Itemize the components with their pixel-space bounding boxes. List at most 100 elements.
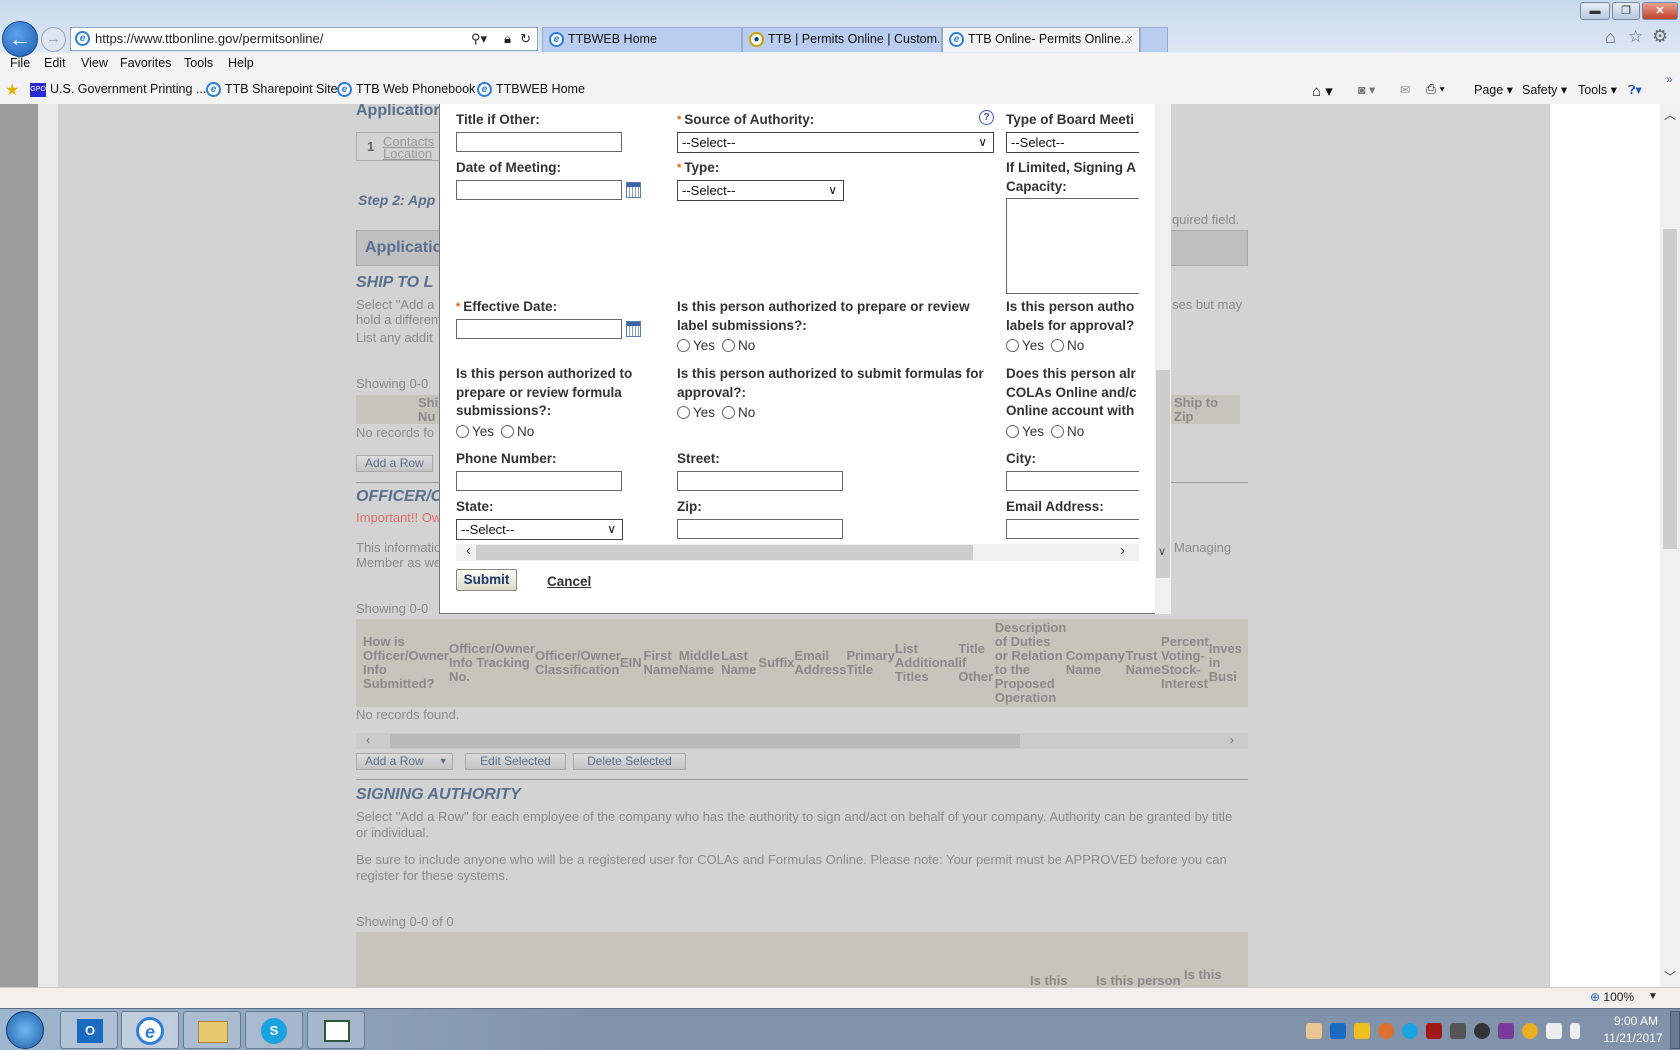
skype-tray-icon[interactable] <box>1402 1023 1418 1039</box>
scrollbar-thumb[interactable] <box>1663 229 1677 549</box>
mail-tray-icon[interactable] <box>1306 1023 1322 1039</box>
taskbar-app[interactable] <box>307 1011 365 1049</box>
favorites-star-icon[interactable]: ☆ <box>1628 27 1643 47</box>
start-button[interactable] <box>6 1011 44 1049</box>
label-submissions-yes-radio[interactable]: Yes <box>677 338 715 353</box>
menu-edit[interactable]: Edit <box>44 56 66 70</box>
scroll-up-icon[interactable]: ︿ <box>1664 106 1676 123</box>
cancel-link[interactable]: Cancel <box>547 574 591 589</box>
minimize-button[interactable]: ▬ <box>1580 2 1610 20</box>
scrollbar-thumb[interactable] <box>390 734 1020 748</box>
step-link-location[interactable]: Location <box>383 146 432 161</box>
menu-file[interactable]: File <box>10 56 30 70</box>
dropdown-arrow-icon[interactable]: ▼ <box>439 754 448 769</box>
zoom-dropdown-icon[interactable]: ▼ <box>1648 991 1658 1002</box>
favorite-phonebook[interactable]: e TTB Web Phonebook <box>337 82 475 98</box>
source-of-authority-select[interactable]: --Select-- ∨ <box>677 132 994 153</box>
menu-help[interactable]: Help <box>228 56 254 70</box>
address-bar[interactable]: e https://www.ttbonline.gov/permitsonlin… <box>70 27 538 51</box>
type-of-board-meeting-select[interactable]: --Select-- <box>1006 132 1139 153</box>
type-select[interactable]: --Select-- ∨ <box>677 180 844 201</box>
help-icon[interactable]: ❓︎▾ <box>1628 82 1642 98</box>
scroll-left-icon[interactable]: ‹ <box>366 732 370 747</box>
chevron-more-icon[interactable]: » <box>1666 72 1673 86</box>
formula-review-no-radio[interactable]: No <box>501 424 534 439</box>
search-icon[interactable]: ⚲▾ <box>471 28 487 50</box>
menu-view[interactable]: View <box>81 56 108 70</box>
new-tab-button[interactable] <box>1140 27 1168 52</box>
home-icon[interactable]: ⌂ <box>1605 27 1616 48</box>
modal-vscrollbar[interactable]: ∨ <box>1155 104 1171 614</box>
scroll-down-icon[interactable]: ﹀ <box>1664 968 1676 985</box>
capacity-textarea[interactable] <box>1006 198 1139 294</box>
home-command-icon[interactable]: ⌂ ▾ <box>1312 82 1333 100</box>
user-tray-icon[interactable] <box>1378 1023 1394 1039</box>
scroll-right-icon[interactable]: › <box>1230 732 1234 747</box>
ship-add-row-button[interactable]: Add a Row <box>356 455 433 472</box>
favorite-sharepoint[interactable]: e TTB Sharepoint Site <box>206 82 338 98</box>
officer-add-row-button[interactable]: Add a Row ▼ <box>356 753 453 770</box>
formula-submit-no-radio[interactable]: No <box>722 405 755 420</box>
close-tab-icon[interactable]: × <box>1126 28 1133 51</box>
mcafee-tray-icon[interactable] <box>1426 1023 1442 1039</box>
scroll-left-icon[interactable]: ‹ <box>466 542 471 559</box>
email-address-input[interactable] <box>1006 519 1139 539</box>
show-desktop-button[interactable] <box>1670 1011 1680 1049</box>
lock-tray-icon[interactable] <box>1450 1023 1466 1039</box>
read-mail-icon[interactable]: ✉ <box>1400 82 1410 97</box>
formula-submit-yes-radio[interactable]: Yes <box>677 405 715 420</box>
favorite-gpo[interactable]: U.S. Government Printing ... <box>50 82 206 96</box>
gear-icon[interactable]: ⚙ <box>1652 26 1668 47</box>
spiral-tray-icon[interactable] <box>1474 1023 1490 1039</box>
tools-menu[interactable]: Tools ▾ <box>1578 82 1617 97</box>
date-of-meeting-input[interactable] <box>456 180 622 200</box>
restore-button[interactable]: ❐ <box>1612 2 1640 20</box>
tab-permits-online-active[interactable]: e TTB Online- Permits Online... × <box>942 27 1140 52</box>
feeds-icon[interactable]: ◙ ▾ <box>1358 82 1375 97</box>
city-input[interactable] <box>1006 471 1139 491</box>
taskbar-explorer[interactable] <box>183 1011 241 1049</box>
taskbar-outlook[interactable]: O <box>60 1011 118 1049</box>
edit-selected-button[interactable]: Edit Selected <box>465 753 566 770</box>
volume-tray-icon[interactable] <box>1570 1023 1580 1039</box>
menu-tools[interactable]: Tools <box>184 56 213 70</box>
page-menu[interactable]: Page ▾ <box>1474 82 1513 97</box>
labels-approval-no-radio[interactable]: No <box>1051 338 1084 353</box>
formula-review-yes-radio[interactable]: Yes <box>456 424 494 439</box>
delete-selected-button[interactable]: Delete Selected <box>573 753 686 770</box>
existing-account-no-radio[interactable]: No <box>1051 424 1084 439</box>
refresh-icon[interactable]: ↻ <box>520 28 531 50</box>
modal-hscrollbar[interactable]: ‹ › <box>456 542 1139 561</box>
phone-number-input[interactable] <box>456 471 622 491</box>
tasks-tray-icon[interactable] <box>1354 1023 1370 1039</box>
sync-tray-icon[interactable] <box>1522 1023 1538 1039</box>
favorite-ttbweb-home[interactable]: e TTBWEB Home <box>477 82 585 98</box>
safety-menu[interactable]: Safety ▾ <box>1522 82 1567 97</box>
outlook-tray-icon[interactable] <box>1330 1023 1346 1039</box>
existing-account-yes-radio[interactable]: Yes <box>1006 424 1044 439</box>
label-submissions-no-radio[interactable]: No <box>722 338 755 353</box>
scroll-right-icon[interactable]: › <box>1120 542 1125 559</box>
onenote-tray-icon[interactable] <box>1498 1023 1514 1039</box>
clock-time[interactable]: 9:00 AM <box>1605 1014 1667 1028</box>
calendar-icon[interactable] <box>626 182 641 198</box>
zoom-level[interactable]: ⊕ 100% <box>1590 990 1634 1004</box>
submit-button[interactable]: Submit <box>456 569 517 591</box>
back-button[interactable]: ← <box>2 21 38 57</box>
labels-approval-yes-radio[interactable]: Yes <box>1006 338 1044 353</box>
page-vscrollbar[interactable]: ︿ ﹀ <box>1660 104 1680 987</box>
lock-icon[interactable]: 🔒︎ <box>504 28 511 50</box>
forward-button[interactable]: → <box>41 27 66 52</box>
favorites-star-add-icon[interactable]: ★ <box>5 80 19 100</box>
tab-permits-online-custom[interactable]: ● TTB | Permits Online | Custom... <box>742 27 942 52</box>
title-if-other-input[interactable] <box>456 132 622 152</box>
street-input[interactable] <box>677 471 843 491</box>
close-window-button[interactable]: ✕ <box>1642 2 1678 20</box>
effective-date-input[interactable] <box>456 319 622 339</box>
calendar-icon[interactable] <box>626 321 641 337</box>
menu-favorites[interactable]: Favorites <box>120 56 171 70</box>
scrollbar-thumb[interactable] <box>476 545 973 560</box>
state-select[interactable]: --Select-- ∨ <box>456 519 623 540</box>
taskbar-skype[interactable]: S <box>245 1011 303 1049</box>
clock-date[interactable]: 11/21/2017 <box>1598 1031 1668 1045</box>
